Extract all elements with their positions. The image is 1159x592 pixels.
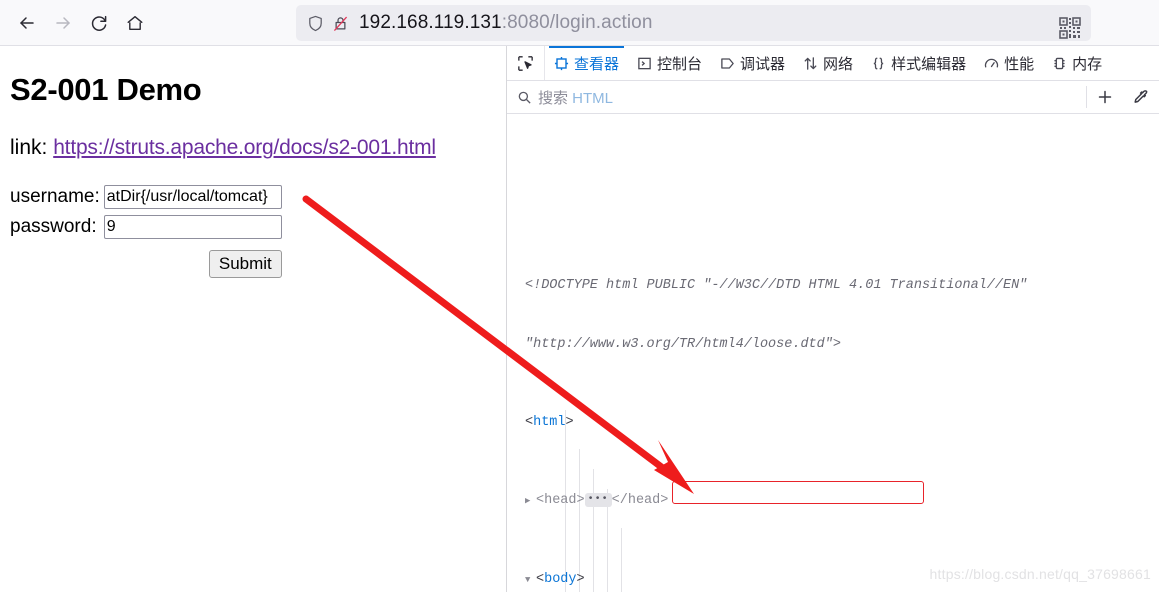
dom-row-doctype[interactable]: <!DOCTYPE html PUBLIC "-//W3C//DTD HTML … [507,276,1159,296]
tab-network-label: 网络 [823,55,854,73]
screenshot-root: 192.168.119.131:8080/login.action S2-001… [0,0,1159,592]
tab-performance[interactable]: 性能 [975,46,1043,80]
url-text: 192.168.119.131:8080/login.action [359,12,652,34]
tab-console[interactable]: 控制台 [628,46,711,80]
password-row: password: [10,212,282,242]
tab-style-editor[interactable]: 样式编辑器 [862,46,975,80]
doctype-line-1: <!DOCTYPE html PUBLIC "-//W3C//DTD HTML … [525,277,1028,293]
debugger-icon [720,56,735,71]
tab-network[interactable]: 网络 [794,46,862,80]
console-icon [637,56,652,71]
address-bar[interactable]: 192.168.119.131:8080/login.action [296,5,1091,41]
struts-doc-link[interactable]: https://struts.apache.org/docs/s2-001.ht… [53,136,436,159]
tab-memory-label: 内存 [1072,55,1103,73]
dom-tree[interactable]: <!DOCTYPE html PUBLIC "-//W3C//DTD HTML … [507,114,1159,592]
home-icon[interactable] [118,6,152,40]
watermark: https://blog.csdn.net/qq_37698661 [929,566,1151,582]
shield-icon[interactable] [306,14,325,33]
network-icon [803,56,818,71]
back-icon[interactable] [10,6,44,40]
head-tag-name: head [544,493,577,509]
collapsed-children-icon[interactable]: ••• [584,493,612,508]
dom-search-placeholder-keyword: HTML [572,89,614,107]
url-host: 192.168.119.131 [359,12,502,33]
body-tag-name: body [544,571,577,587]
username-row: username: [10,182,282,212]
reload-icon[interactable] [82,6,116,40]
password-input[interactable] [103,215,282,239]
dom-search-bar[interactable]: 搜索 HTML [507,81,1159,114]
head-close-tag-name: head [627,493,661,509]
tab-debugger-label: 调试器 [740,55,786,73]
lock-slash-icon[interactable] [331,14,350,33]
devtools-panel: 查看器 控制台 调试器 网络 样式编辑器 性能 内存 搜索 HTML <!DOC… [506,46,1159,592]
element-picker-icon[interactable] [507,46,545,80]
dom-search-placeholder: 搜索 HTML [538,87,613,108]
submit-button[interactable]: Submit [208,250,282,278]
tab-debugger[interactable]: 调试器 [711,46,794,80]
navigation-buttons [0,6,152,40]
link-prefix: link: [10,136,48,159]
expand-triangle-body-icon[interactable] [525,571,536,591]
submit-row: Submit [10,242,282,278]
performance-icon [984,56,999,71]
memory-icon [1052,56,1067,71]
browser-toolbar: 192.168.119.131:8080/login.action [0,0,1159,46]
web-page-content: S2-001 Demo link: https://struts.apache.… [0,46,505,592]
tab-inspector[interactable]: 查看器 [545,46,628,80]
qr-code-icon[interactable] [1057,15,1083,41]
plus-icon[interactable] [1087,88,1123,106]
dom-row-html[interactable]: <html> [507,413,1159,433]
tab-console-label: 控制台 [657,55,703,73]
tab-memory[interactable]: 内存 [1043,46,1111,80]
login-form-table: username: password: Submit [10,182,282,278]
inspector-icon [554,56,569,71]
html-tag-name: html [533,414,566,430]
tab-performance-label: 性能 [1004,55,1035,73]
forward-icon[interactable] [46,6,80,40]
search-icon [507,90,538,105]
dom-search-placeholder-prefix: 搜索 [538,89,573,107]
eyedropper-icon[interactable] [1123,88,1159,106]
expand-triangle-head-icon[interactable] [525,492,536,512]
username-input[interactable] [103,185,282,209]
tab-inspector-label: 查看器 [574,55,620,73]
tab-style-editor-label: 样式编辑器 [891,55,967,73]
dom-row-head[interactable]: <head>•••</head> [507,491,1159,511]
username-label: username: [10,186,100,207]
style-editor-icon [871,56,886,71]
devtools-tabbar: 查看器 控制台 调试器 网络 样式编辑器 性能 内存 [507,46,1159,81]
doctype-line-2: "http://www.w3.org/TR/html4/loose.dtd"> [525,336,841,352]
page-title: S2-001 Demo [10,72,202,107]
url-path: :8080/login.action [501,12,653,33]
link-paragraph: link: https://struts.apache.org/docs/s2-… [10,136,505,160]
password-label: password: [10,216,97,237]
dom-row-doctype-cont[interactable]: "http://www.w3.org/TR/html4/loose.dtd"> [507,335,1159,355]
